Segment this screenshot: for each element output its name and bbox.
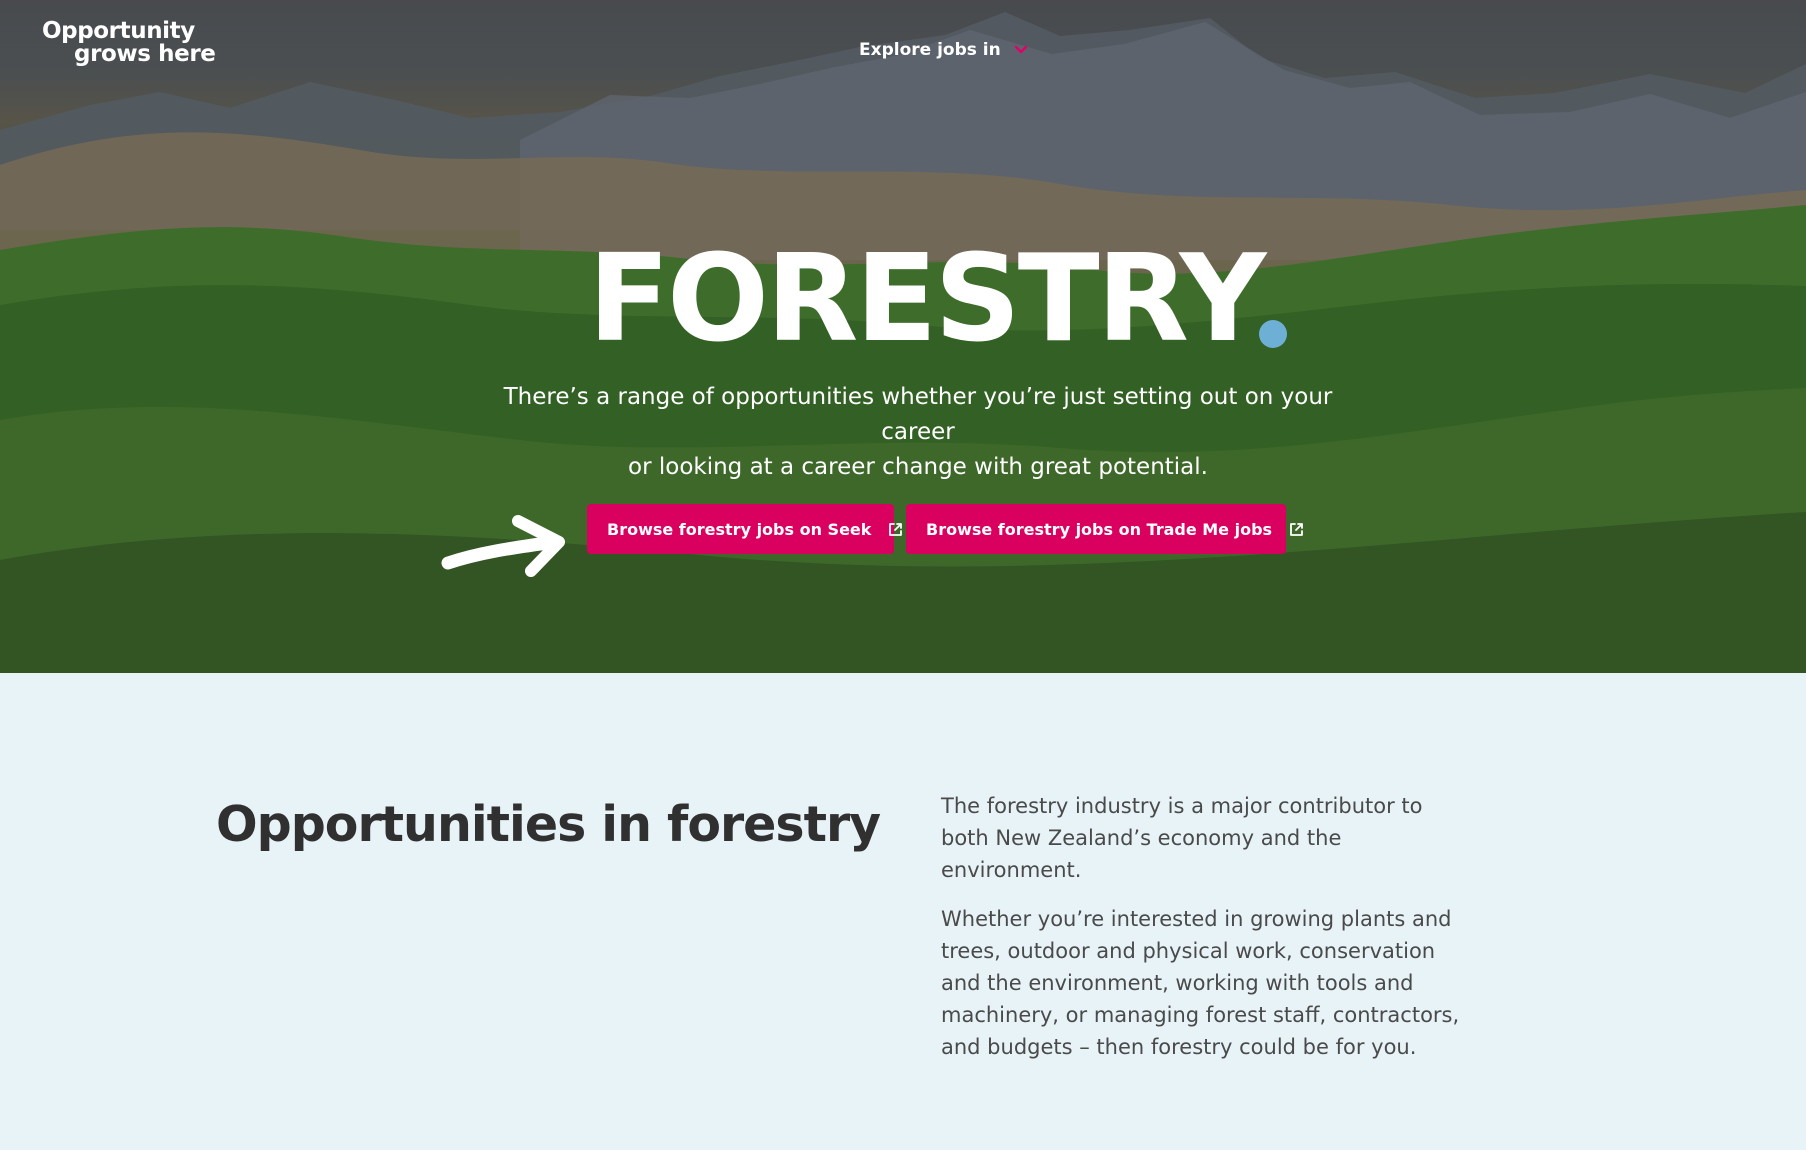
browse-trade-me-label: Browse forestry jobs on Trade Me jobs xyxy=(926,519,1273,539)
browse-trade-me-button[interactable]: Browse forestry jobs on Trade Me jobs xyxy=(906,504,1303,554)
browse-seek-button[interactable]: Browse forestry jobs on Seek xyxy=(587,504,903,554)
hero-subtitle-line-2: or looking at a career change with great… xyxy=(628,454,1208,480)
hero-section: Opportunity grows here Explore jobs in F… xyxy=(0,0,1806,673)
title-dot-icon xyxy=(1259,320,1287,348)
section-copy: The forestry industry is a major contrib… xyxy=(941,790,1471,1080)
chevron-down-icon xyxy=(1014,45,1027,54)
opportunities-section: Opportunities in forestry The forestry i… xyxy=(0,673,1806,1150)
hero-subtitle: There’s a range of opportunities whether… xyxy=(495,380,1341,485)
logo-line-two: grows here xyxy=(74,41,216,67)
explore-jobs-label: Explore jobs in xyxy=(859,40,1001,60)
hero-subtitle-line-1: There’s a range of opportunities whether… xyxy=(503,384,1333,445)
browse-seek-label: Browse forestry jobs on Seek xyxy=(607,519,872,539)
logo-line-one: Opportunity xyxy=(42,18,195,44)
section-title: Opportunities in forestry xyxy=(216,796,881,853)
interest-paragraph: Whether you’re interested in growing pla… xyxy=(941,907,1460,1059)
arrow-right-icon xyxy=(441,515,565,577)
hero-title: FORESTRY xyxy=(588,230,1266,369)
site-logo[interactable]: Opportunity grows here xyxy=(42,18,216,72)
hero-title-group: FORESTRY xyxy=(588,230,1294,369)
intro-paragraph: The forestry industry is a major contrib… xyxy=(941,794,1423,882)
external-link-icon xyxy=(889,522,903,536)
explore-jobs-menu[interactable]: Explore jobs in xyxy=(859,38,1029,62)
external-link-icon xyxy=(1290,522,1303,536)
